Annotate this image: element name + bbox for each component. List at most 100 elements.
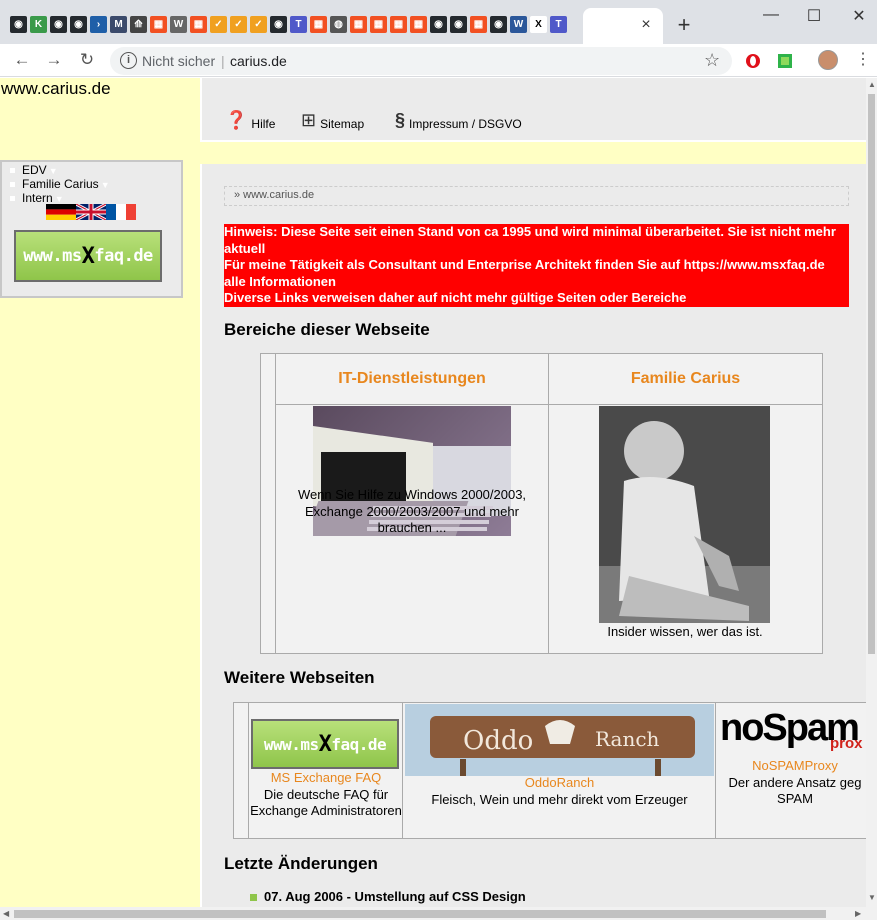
change-text[interactable]: 07. Aug 2006 - Umstellung auf CSS Design xyxy=(264,889,526,904)
scroll-left-icon[interactable]: ◀ xyxy=(3,909,9,918)
app-icon[interactable]: K xyxy=(30,16,47,33)
menu-item-label[interactable]: Intern xyxy=(22,191,53,205)
word-icon[interactable]: W xyxy=(510,16,527,33)
wikipedia-icon[interactable]: W xyxy=(170,16,187,33)
area-caption: Insider wissen, wer das ist. xyxy=(607,624,763,639)
sitemap-label[interactable]: Sitemap xyxy=(320,117,364,131)
help-link[interactable]: ❓ Hilfe xyxy=(225,110,275,131)
site-link[interactable]: NoSPAMProxy xyxy=(716,758,866,775)
german-flag-icon[interactable] xyxy=(46,204,76,220)
sitemap-link[interactable]: ⊞ Sitemap xyxy=(301,110,364,131)
extension-icon[interactable] xyxy=(777,53,793,69)
maximize-icon[interactable]: ☐ xyxy=(799,6,829,26)
github-icon[interactable]: ◉ xyxy=(430,16,447,33)
menu-item-label[interactable]: Familie Carius xyxy=(22,177,99,191)
site-oddoranch: Oddo Ranch OddoRanch Fleisch, Wein und m… xyxy=(402,703,715,838)
oddoranch-sign-image[interactable]: Oddo Ranch xyxy=(405,704,714,776)
site-link[interactable]: OddoRanch xyxy=(403,775,716,792)
area-title[interactable]: Familie Carius xyxy=(549,354,822,405)
security-label: Nicht sicher xyxy=(142,53,216,69)
microsoft-icon[interactable]: ▦ xyxy=(470,16,487,33)
page-viewport: www.carius.de ❓ Hilfe ⊞ Sitemap § Impressum… xyxy=(0,78,866,907)
help-icon: ❓ xyxy=(225,110,248,130)
logo-text: faq.de xyxy=(94,246,153,266)
check-icon[interactable]: ✓ xyxy=(250,16,267,33)
menu-item-label[interactable]: EDV xyxy=(22,163,47,177)
scroll-down-icon[interactable]: ▼ xyxy=(868,893,876,902)
info-icon[interactable]: i xyxy=(120,52,137,69)
area-title[interactable]: IT-Dienstleistungen xyxy=(276,354,548,405)
window-close-icon[interactable]: ✕ xyxy=(844,6,874,26)
msxfaq-logo[interactable]: www.ms Xfaq.de xyxy=(14,230,162,282)
menu-item-edv[interactable]: EDV ▼ xyxy=(10,163,58,177)
url-text[interactable]: carius.de xyxy=(230,53,287,69)
changes-heading: Letzte Änderungen xyxy=(224,854,378,873)
horizontal-scrollbar[interactable]: ◀ ▶ xyxy=(0,907,877,920)
baby-photo[interactable] xyxy=(599,406,770,623)
chevron-down-icon: ▼ xyxy=(48,166,58,176)
impressum-link[interactable]: § Impressum / DSGVO xyxy=(395,110,522,131)
scrollbar-thumb[interactable] xyxy=(868,94,875,654)
sign-text: Oddo xyxy=(463,726,533,756)
top-navigation: ❓ Hilfe ⊞ Sitemap § Impressum / DSGVO xyxy=(200,78,866,142)
new-tab-icon[interactable]: + xyxy=(673,12,695,38)
github-icon[interactable]: ◉ xyxy=(50,16,67,33)
area-it: IT-Dienstleistungen Wenn Sie Hilfe zu Wi… xyxy=(275,354,548,653)
impressum-label[interactable]: Impressum / DSGVO xyxy=(409,117,522,131)
opera-icon[interactable] xyxy=(745,53,761,69)
powershell-icon[interactable]: › xyxy=(90,16,107,33)
avatar[interactable] xyxy=(818,50,838,70)
msxfaq-logo[interactable]: www.ms Xfaq.de xyxy=(251,719,399,769)
back-icon[interactable]: ← xyxy=(12,50,32,70)
x-icon[interactable]: X xyxy=(530,16,547,33)
microsoft-icon[interactable]: ▦ xyxy=(410,16,427,33)
microsoft-icon[interactable]: ▦ xyxy=(350,16,367,33)
site-title: www.carius.de xyxy=(1,79,111,98)
github-icon[interactable]: ◉ xyxy=(70,16,87,33)
github-icon[interactable]: ◉ xyxy=(490,16,507,33)
globe-icon[interactable]: ◍ xyxy=(330,16,347,33)
change-item: 07. Aug 2006 - Umstellung auf CSS Design xyxy=(250,889,526,904)
microsoft-icon[interactable]: ▦ xyxy=(310,16,327,33)
tab-close-icon[interactable]: × xyxy=(637,16,655,34)
menu-icon[interactable]: ⋮ xyxy=(855,49,871,69)
vertical-scrollbar[interactable]: ▲ ▼ xyxy=(866,78,877,907)
logo-text: X xyxy=(318,731,332,757)
scroll-up-icon[interactable]: ▲ xyxy=(868,80,876,89)
bookmark-star-icon[interactable]: ☆ xyxy=(704,50,720,71)
github-icon[interactable]: ◉ xyxy=(10,16,27,33)
microsoft-icon[interactable]: ▦ xyxy=(390,16,407,33)
arrow-icon[interactable]: ⟰ xyxy=(130,16,147,33)
breadcrumb[interactable]: » www.carius.de xyxy=(224,186,849,206)
minimize-icon[interactable]: — xyxy=(756,6,786,24)
logo-text: www.ms xyxy=(263,734,319,754)
uk-flag-icon[interactable] xyxy=(76,204,106,220)
site-link[interactable]: MS Exchange FAQ xyxy=(249,770,403,787)
reload-icon[interactable]: ↻ xyxy=(77,50,97,70)
microsoft-icon[interactable]: ▦ xyxy=(190,16,207,33)
menu-item-familie[interactable]: Familie Carius ▼ xyxy=(10,177,110,191)
teams-icon[interactable]: T xyxy=(290,16,307,33)
m-icon[interactable]: M xyxy=(110,16,127,33)
scrollbar-thumb[interactable] xyxy=(14,910,826,918)
paragraph-icon: § xyxy=(395,110,406,130)
github-icon[interactable]: ◉ xyxy=(450,16,467,33)
site-desc: Die deutsche FAQ für Exchange Administra… xyxy=(250,786,402,819)
address-bar[interactable]: i Nicht sicher | carius.de ☆ xyxy=(110,47,732,75)
sign-text: Ranch xyxy=(595,727,660,751)
site-nospamproxy: noSpam prox NoSPAMProxy Der andere Ansat… xyxy=(715,703,866,838)
sites-heading: Weitere Webseiten xyxy=(224,668,375,687)
sitemap-icon: ⊞ xyxy=(301,110,317,130)
help-label[interactable]: Hilfe xyxy=(251,117,275,131)
menu-item-intern[interactable]: Intern ▼ xyxy=(10,191,64,205)
check-icon[interactable]: ✓ xyxy=(210,16,227,33)
check-icon[interactable]: ✓ xyxy=(230,16,247,33)
microsoft-icon[interactable]: ▦ xyxy=(150,16,167,33)
sites-table: www.ms Xfaq.de MS Exchange FAQ Die deutsc… xyxy=(233,702,866,839)
teams-icon[interactable]: T xyxy=(550,16,567,33)
forward-icon[interactable]: → xyxy=(44,50,64,70)
github-icon[interactable]: ◉ xyxy=(270,16,287,33)
scroll-right-icon[interactable]: ▶ xyxy=(855,909,861,918)
microsoft-icon[interactable]: ▦ xyxy=(370,16,387,33)
french-flag-icon[interactable] xyxy=(106,204,136,220)
